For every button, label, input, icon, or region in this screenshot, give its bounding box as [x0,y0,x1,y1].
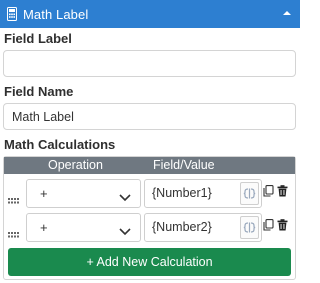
calculation-row: + {Number1} [4,179,295,211]
field-label-heading: Field Label [4,31,72,46]
operation-value: + [40,186,48,201]
chevron-down-icon [119,223,131,236]
add-new-calculation-label: + Add New Calculation [86,255,213,269]
merge-tag-button[interactable] [240,182,259,205]
operation-value: + [40,220,48,235]
field-value-text: {Number1} [152,186,212,200]
field-name-input[interactable] [3,103,296,130]
operation-select[interactable]: + [26,213,141,242]
copy-icon[interactable] [263,218,274,231]
copy-icon[interactable] [263,184,274,197]
calculation-row: + {Number2} [4,213,295,245]
calculations-header: Operation Field/Value [4,157,295,174]
math-calculations-heading: Math Calculations [4,137,116,152]
field-value-input[interactable]: {Number2} [144,213,262,242]
field-value-text: {Number2} [152,220,212,234]
field-label-input[interactable] [3,50,296,77]
operation-select[interactable]: + [26,179,141,208]
chevron-down-icon [119,189,131,202]
calculations-table: Operation Field/Value + {Number1} + {Num… [3,156,296,280]
field-name-heading: Field Name [4,84,74,99]
field-value-input[interactable]: {Number1} [144,179,262,208]
add-new-calculation-button[interactable]: + Add New Calculation [8,248,291,276]
merge-tag-button[interactable] [240,216,259,239]
panel-title: Math Label [23,6,89,22]
operation-column-header: Operation [48,158,103,172]
chevron-up-icon[interactable] [281,7,293,19]
trash-icon[interactable] [277,184,288,197]
drag-handle-icon[interactable] [8,225,19,238]
panel-header: Math Label [0,0,300,28]
calculator-icon [7,7,17,21]
field-value-column-header: Field/Value [153,158,215,172]
drag-handle-icon[interactable] [8,191,19,204]
trash-icon[interactable] [277,218,288,231]
